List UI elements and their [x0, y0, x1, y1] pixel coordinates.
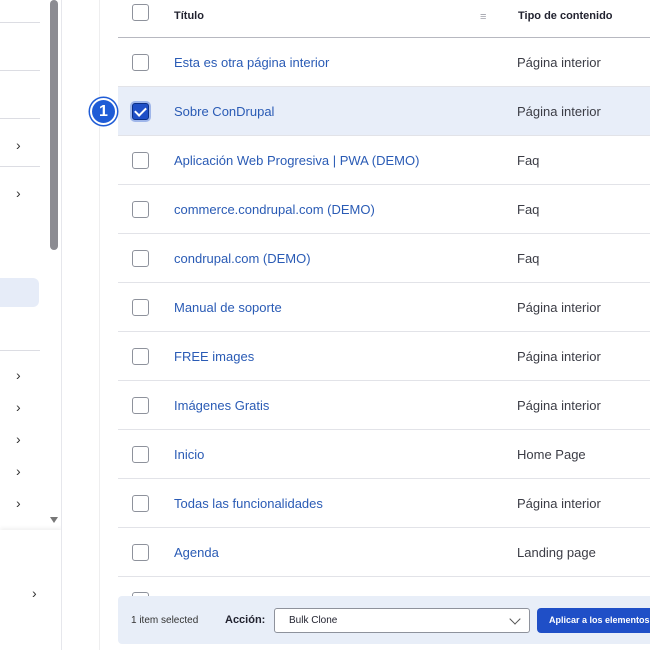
table-row: Todas las funcionalidades Página interior	[118, 479, 650, 528]
row-content-type: Página interior	[517, 104, 601, 119]
row-content-type: Faq	[517, 202, 540, 217]
chevron-right-icon[interactable]: ›	[16, 186, 21, 200]
table-row: Inicio Home Page	[118, 430, 650, 479]
chevron-down-icon	[509, 613, 521, 625]
row-content-type: Página interior	[517, 496, 601, 511]
row-title-link[interactable]: Sobre ConDrupal	[174, 104, 274, 119]
row-checkbox[interactable]	[132, 152, 149, 169]
table-row: condrupal.com (DEMO) Faq	[118, 234, 650, 283]
chevron-right-icon[interactable]: ›	[16, 138, 21, 152]
row-checkbox[interactable]	[132, 250, 149, 267]
row-checkbox[interactable]	[132, 544, 149, 561]
row-checkbox[interactable]	[132, 495, 149, 512]
sidebar-scrollbar-thumb[interactable]	[50, 0, 58, 250]
sort-icon[interactable]: ≡	[480, 11, 486, 23]
row-checkbox[interactable]	[132, 54, 149, 71]
row-title-link[interactable]: Todas las funcionalidades	[174, 496, 323, 511]
row-title-link[interactable]: condrupal.com (DEMO)	[174, 251, 311, 266]
table-row: Sobre ConDrupal Página interior	[118, 87, 650, 136]
row-content-type: Faq	[517, 153, 540, 168]
table-row: Esta es otra página interior Página inter…	[118, 38, 650, 87]
sidebar-lower-panel: ›	[0, 530, 61, 650]
row-content-type: Página interior	[517, 55, 601, 70]
row-content-type: Faq	[517, 251, 540, 266]
sidebar-divider	[0, 22, 40, 23]
row-content-type: Home Page	[517, 447, 586, 462]
row-content-type: Página interior	[517, 300, 601, 315]
table-row: commerce.condrupal.com (DEMO) Faq	[118, 185, 650, 234]
chevron-right-icon[interactable]: ›	[16, 464, 21, 478]
row-checkbox[interactable]	[132, 446, 149, 463]
column-header-content-type[interactable]: Tipo de contenido	[518, 10, 613, 22]
chevron-right-icon[interactable]: ›	[32, 586, 37, 600]
table-row: Agenda Landing page	[118, 528, 650, 577]
table-row: Aplicación Web Progresiva | PWA (DEMO) Fa…	[118, 136, 650, 185]
row-title-link[interactable]: FREE images	[174, 349, 254, 364]
chevron-right-icon[interactable]: ›	[16, 496, 21, 510]
bulk-actions-bar: 1 item selected Acción: Bulk Clone Aplic…	[118, 596, 650, 644]
action-label: Acción:	[225, 614, 266, 626]
row-content-type: Página interior	[517, 349, 601, 364]
row-checkbox[interactable]	[132, 103, 149, 120]
sidebar-divider	[0, 70, 40, 71]
row-checkbox[interactable]	[132, 299, 149, 316]
row-title-link[interactable]: Esta es otra página interior	[174, 55, 329, 70]
row-title-link[interactable]: Imágenes Gratis	[174, 398, 269, 413]
row-title-link[interactable]: commerce.condrupal.com (DEMO)	[174, 202, 375, 217]
action-select-value: Bulk Clone	[289, 615, 338, 626]
row-title-link[interactable]: Aplicación Web Progresiva | PWA (DEMO)	[174, 153, 419, 168]
action-select[interactable]: Bulk Clone	[274, 608, 530, 633]
step-marker: 1	[90, 98, 117, 125]
selected-count: 1 item selected	[131, 615, 199, 626]
scroll-down-arrow-icon[interactable]	[50, 517, 58, 523]
sidebar-divider	[0, 350, 40, 351]
chevron-right-icon[interactable]: ›	[16, 368, 21, 382]
chevron-right-icon[interactable]: ›	[16, 400, 21, 414]
row-title-link[interactable]: Inicio	[174, 447, 204, 462]
table-row: Imágenes Gratis Página interior	[118, 381, 650, 430]
row-checkbox[interactable]	[132, 348, 149, 365]
table-header: Título ≡ Tipo de contenido	[118, 0, 650, 38]
table-row: Manual de soporte Página interior	[118, 283, 650, 332]
row-checkbox[interactable]	[132, 201, 149, 218]
sidebar-divider	[0, 166, 40, 167]
row-title-link[interactable]: Agenda	[174, 545, 219, 560]
apply-button[interactable]: Aplicar a los elementos seleccionados	[537, 608, 650, 633]
table-row	[118, 578, 650, 600]
row-title-link[interactable]: Manual de soporte	[174, 300, 282, 315]
sidebar-item-active[interactable]	[0, 278, 39, 307]
column-header-title[interactable]: Título	[174, 10, 204, 22]
sidebar-divider	[0, 118, 40, 119]
row-content-type: Landing page	[517, 545, 596, 560]
chevron-right-icon[interactable]: ›	[16, 432, 21, 446]
select-all-checkbox[interactable]	[132, 4, 149, 21]
row-checkbox[interactable]	[132, 397, 149, 414]
row-content-type: Página interior	[517, 398, 601, 413]
admin-sidebar: › › › › › › › ›	[0, 0, 62, 650]
content-table: Título ≡ Tipo de contenido Esta es otra …	[100, 0, 650, 650]
table-row: FREE images Página interior	[118, 332, 650, 381]
